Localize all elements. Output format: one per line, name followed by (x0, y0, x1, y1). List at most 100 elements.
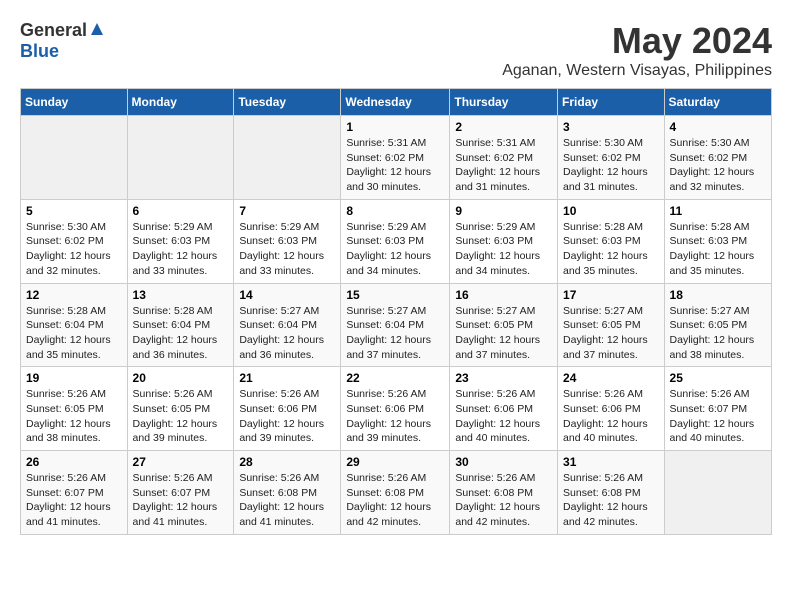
day-info: Sunrise: 5:27 AMSunset: 6:04 PMDaylight:… (239, 304, 335, 363)
calendar-day-cell: 4 Sunrise: 5:30 AMSunset: 6:02 PMDaylight… (664, 116, 771, 200)
calendar-day-cell: 18 Sunrise: 5:27 AMSunset: 6:05 PMDayligh… (664, 283, 771, 367)
day-number: 17 (563, 288, 659, 302)
calendar-day-cell: 23Sunrise: 5:26 AMSunset: 6:06 PMDayligh… (450, 367, 558, 451)
day-info: Sunrise: 5:29 AMSunset: 6:03 PMDaylight:… (239, 220, 335, 279)
calendar-day-cell: 19Sunrise: 5:26 AMSunset: 6:05 PMDayligh… (21, 367, 128, 451)
calendar-day-cell: 21 Sunrise: 5:26 AMSunset: 6:06 PMDayligh… (234, 367, 341, 451)
day-info: Sunrise: 5:27 AMSunset: 6:04 PMDaylight:… (346, 304, 444, 363)
logo-blue-text: Blue (20, 41, 104, 62)
calendar-day-cell: 6Sunrise: 5:29 AMSunset: 6:03 PMDaylight… (127, 199, 234, 283)
day-info: Sunrise: 5:31 AMSunset: 6:02 PMDaylight:… (455, 136, 552, 195)
day-number: 26 (26, 455, 122, 469)
calendar-day-cell: 15 Sunrise: 5:27 AMSunset: 6:04 PMDayligh… (341, 283, 450, 367)
calendar-day-cell: 30 Sunrise: 5:26 AMSunset: 6:08 PMDayligh… (450, 451, 558, 535)
day-number: 28 (239, 455, 335, 469)
day-number: 12 (26, 288, 122, 302)
location-title: Aganan, Western Visayas, Philippines (502, 62, 772, 80)
day-info: Sunrise: 5:31 AMSunset: 6:02 PMDaylight:… (346, 136, 444, 195)
title-section: May 2024 Aganan, Western Visayas, Philip… (502, 20, 772, 80)
calendar-day-cell: 27 Sunrise: 5:26 AMSunset: 6:07 PMDayligh… (127, 451, 234, 535)
day-number: 21 (239, 371, 335, 385)
day-of-week-header: Saturday (664, 89, 771, 116)
day-of-week-header: Thursday (450, 89, 558, 116)
day-info: Sunrise: 5:30 AMSunset: 6:02 PMDaylight:… (670, 136, 766, 195)
calendar-day-cell: 11 Sunrise: 5:28 AMSunset: 6:03 PMDayligh… (664, 199, 771, 283)
day-info: Sunrise: 5:27 AMSunset: 6:05 PMDaylight:… (563, 304, 659, 363)
calendar-week-row: 19Sunrise: 5:26 AMSunset: 6:05 PMDayligh… (21, 367, 772, 451)
day-info: Sunrise: 5:27 AMSunset: 6:05 PMDaylight:… (670, 304, 766, 363)
calendar-day-cell: 17 Sunrise: 5:27 AMSunset: 6:05 PMDayligh… (558, 283, 665, 367)
day-number: 14 (239, 288, 335, 302)
day-number: 11 (670, 204, 766, 218)
month-title: May 2024 (502, 20, 772, 62)
day-info: Sunrise: 5:26 AMSunset: 6:07 PMDaylight:… (133, 471, 229, 530)
day-of-week-header: Monday (127, 89, 234, 116)
day-number: 27 (133, 455, 229, 469)
day-info: Sunrise: 5:29 AMSunset: 6:03 PMDaylight:… (346, 220, 444, 279)
day-number: 13 (133, 288, 229, 302)
calendar-day-cell (234, 116, 341, 200)
calendar-day-cell: 24Sunrise: 5:26 AMSunset: 6:06 PMDayligh… (558, 367, 665, 451)
calendar-day-cell: 3Sunrise: 5:30 AMSunset: 6:02 PMDaylight… (558, 116, 665, 200)
day-info: Sunrise: 5:26 AMSunset: 6:07 PMDaylight:… (670, 387, 766, 446)
calendar-header: SundayMondayTuesdayWednesdayThursdayFrid… (21, 89, 772, 116)
calendar-day-cell: 31 Sunrise: 5:26 AMSunset: 6:08 PMDayligh… (558, 451, 665, 535)
day-info: Sunrise: 5:26 AMSunset: 6:05 PMDaylight:… (133, 387, 229, 446)
day-number: 6 (133, 204, 229, 218)
day-info: Sunrise: 5:26 AMSunset: 6:06 PMDaylight:… (239, 387, 335, 446)
day-info: Sunrise: 5:27 AMSunset: 6:05 PMDaylight:… (455, 304, 552, 363)
calendar-day-cell (127, 116, 234, 200)
day-number: 18 (670, 288, 766, 302)
calendar-body: 1 Sunrise: 5:31 AMSunset: 6:02 PMDaylight… (21, 116, 772, 535)
calendar-day-cell (664, 451, 771, 535)
day-number: 22 (346, 371, 444, 385)
day-info: Sunrise: 5:28 AMSunset: 6:04 PMDaylight:… (26, 304, 122, 363)
day-info: Sunrise: 5:26 AMSunset: 6:07 PMDaylight:… (26, 471, 122, 530)
calendar-day-cell: 9 Sunrise: 5:29 AMSunset: 6:03 PMDaylight… (450, 199, 558, 283)
calendar-day-cell (21, 116, 128, 200)
day-number: 8 (346, 204, 444, 218)
day-info: Sunrise: 5:26 AMSunset: 6:08 PMDaylight:… (346, 471, 444, 530)
calendar-table: SundayMondayTuesdayWednesdayThursdayFrid… (20, 88, 772, 535)
day-of-week-header: Friday (558, 89, 665, 116)
day-number: 15 (346, 288, 444, 302)
day-info: Sunrise: 5:29 AMSunset: 6:03 PMDaylight:… (455, 220, 552, 279)
day-number: 20 (133, 371, 229, 385)
day-number: 30 (455, 455, 552, 469)
logo-general-text: General (20, 20, 87, 41)
calendar-day-cell: 16Sunrise: 5:27 AMSunset: 6:05 PMDayligh… (450, 283, 558, 367)
calendar-day-cell: 13 Sunrise: 5:28 AMSunset: 6:04 PMDayligh… (127, 283, 234, 367)
calendar-day-cell: 7Sunrise: 5:29 AMSunset: 6:03 PMDaylight… (234, 199, 341, 283)
calendar-day-cell: 1 Sunrise: 5:31 AMSunset: 6:02 PMDaylight… (341, 116, 450, 200)
calendar-day-cell: 8 Sunrise: 5:29 AMSunset: 6:03 PMDaylight… (341, 199, 450, 283)
day-info: Sunrise: 5:30 AMSunset: 6:02 PMDaylight:… (563, 136, 659, 195)
day-info: Sunrise: 5:28 AMSunset: 6:04 PMDaylight:… (133, 304, 229, 363)
day-of-week-header: Sunday (21, 89, 128, 116)
calendar-day-cell: 25Sunrise: 5:26 AMSunset: 6:07 PMDayligh… (664, 367, 771, 451)
day-number: 1 (346, 120, 444, 134)
day-number: 9 (455, 204, 552, 218)
day-info: Sunrise: 5:28 AMSunset: 6:03 PMDaylight:… (670, 220, 766, 279)
day-number: 5 (26, 204, 122, 218)
logo-triangle-icon (90, 22, 104, 41)
calendar-week-row: 12 Sunrise: 5:28 AMSunset: 6:04 PMDayligh… (21, 283, 772, 367)
calendar-day-cell: 28 Sunrise: 5:26 AMSunset: 6:08 PMDayligh… (234, 451, 341, 535)
page-header: General Blue May 2024 Aganan, Western Vi… (20, 20, 772, 80)
calendar-week-row: 1 Sunrise: 5:31 AMSunset: 6:02 PMDaylight… (21, 116, 772, 200)
calendar-week-row: 26 Sunrise: 5:26 AMSunset: 6:07 PMDayligh… (21, 451, 772, 535)
calendar-day-cell: 10Sunrise: 5:28 AMSunset: 6:03 PMDayligh… (558, 199, 665, 283)
calendar-day-cell: 14 Sunrise: 5:27 AMSunset: 6:04 PMDayligh… (234, 283, 341, 367)
logo: General Blue (20, 20, 104, 62)
calendar-day-cell: 5 Sunrise: 5:30 AMSunset: 6:02 PMDaylight… (21, 199, 128, 283)
day-number: 31 (563, 455, 659, 469)
day-info: Sunrise: 5:26 AMSunset: 6:08 PMDaylight:… (455, 471, 552, 530)
day-info: Sunrise: 5:26 AMSunset: 6:06 PMDaylight:… (455, 387, 552, 446)
days-of-week-row: SundayMondayTuesdayWednesdayThursdayFrid… (21, 89, 772, 116)
day-info: Sunrise: 5:26 AMSunset: 6:08 PMDaylight:… (239, 471, 335, 530)
calendar-day-cell: 22Sunrise: 5:26 AMSunset: 6:06 PMDayligh… (341, 367, 450, 451)
day-info: Sunrise: 5:26 AMSunset: 6:08 PMDaylight:… (563, 471, 659, 530)
day-number: 4 (670, 120, 766, 134)
day-info: Sunrise: 5:30 AMSunset: 6:02 PMDaylight:… (26, 220, 122, 279)
day-number: 29 (346, 455, 444, 469)
calendar-day-cell: 20 Sunrise: 5:26 AMSunset: 6:05 PMDayligh… (127, 367, 234, 451)
